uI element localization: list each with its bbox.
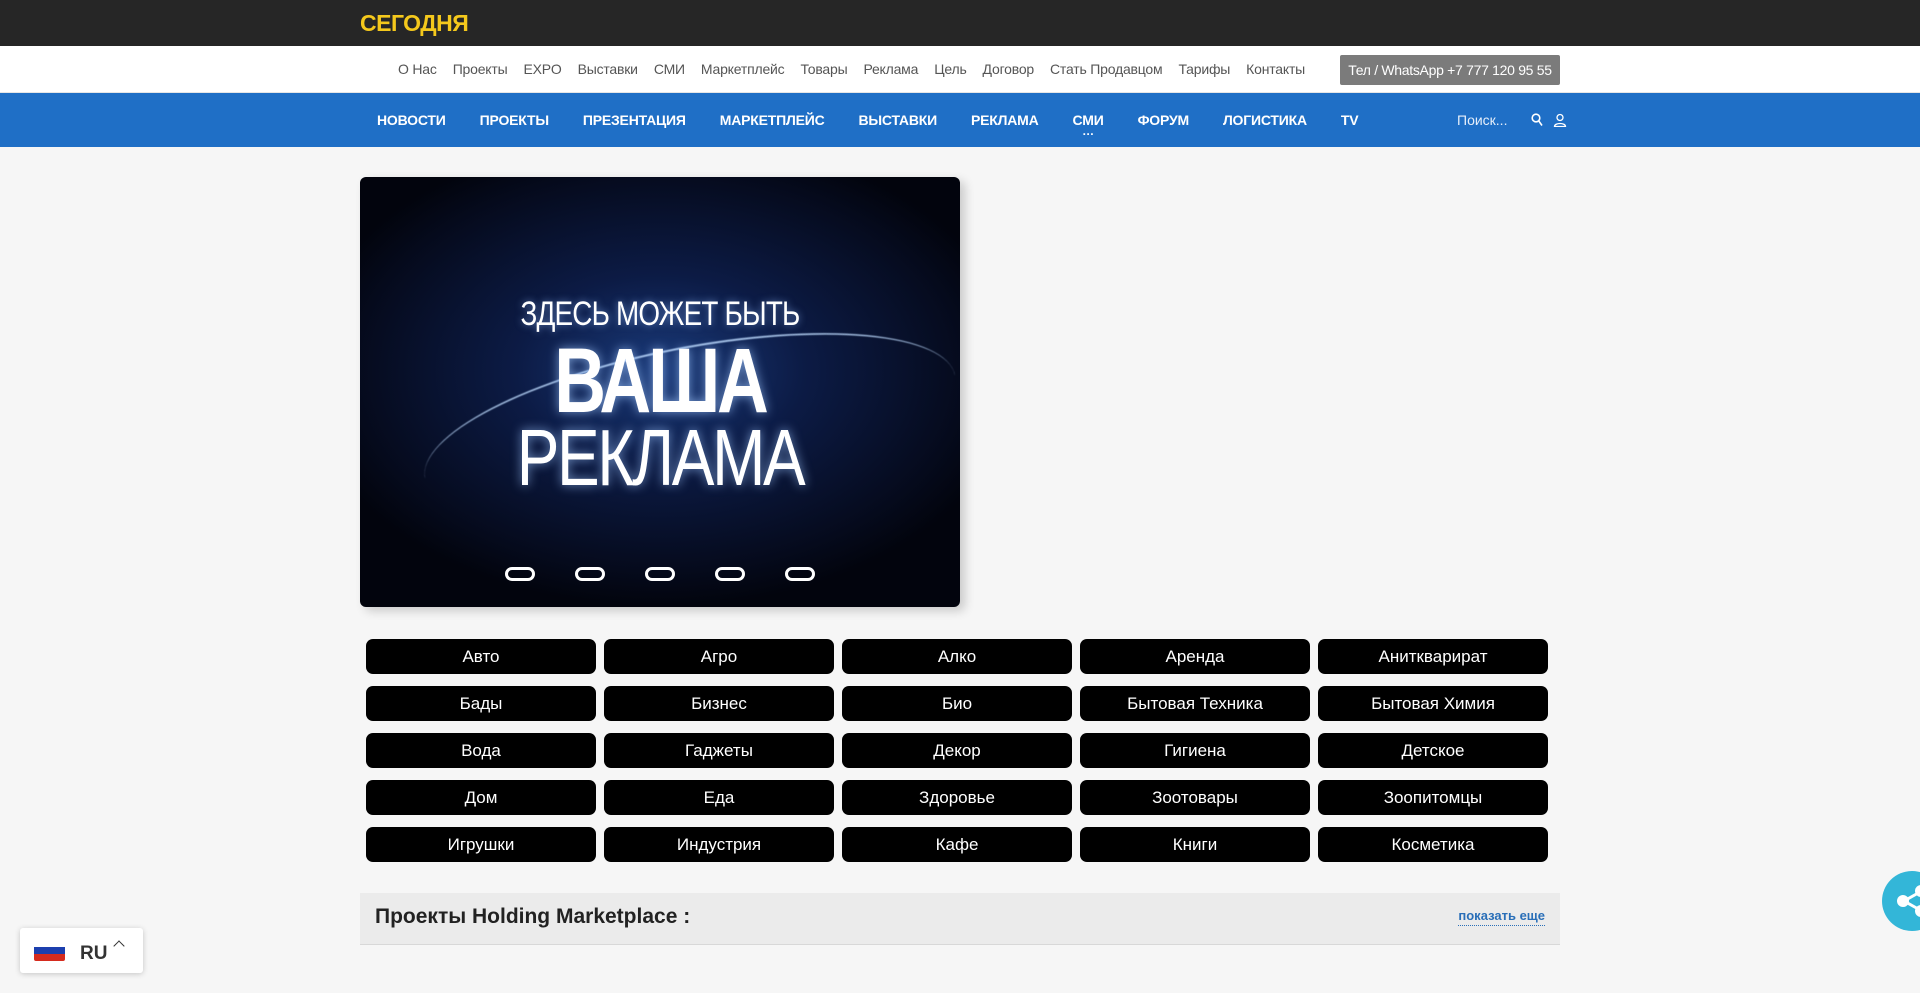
- top-bar: СЕГОДНЯ: [0, 0, 1920, 46]
- category-button[interactable]: Бытовая Химия: [1318, 686, 1548, 721]
- nav-projects[interactable]: ПРОЕКТЫ: [463, 112, 566, 128]
- subnav-link-media[interactable]: СМИ: [654, 61, 685, 77]
- slider-dot[interactable]: [575, 567, 605, 581]
- nav-news[interactable]: НОВОСТИ: [360, 112, 463, 128]
- ad-banner-slider[interactable]: ЗДЕСЬ МОЖЕТ БЫТЬ ВАША РЕКЛАМА: [360, 177, 960, 607]
- subnav-link-projects[interactable]: Проекты: [453, 61, 508, 77]
- phone-button[interactable]: Тел / WhatsApp +7 777 120 95 55: [1340, 55, 1560, 85]
- subnav-link-about[interactable]: О Нас: [398, 61, 437, 77]
- site-logo[interactable]: СЕГОДНЯ: [360, 10, 469, 37]
- category-button[interactable]: Аренда: [1080, 639, 1310, 674]
- nav-ads[interactable]: РЕКЛАМА: [954, 112, 1056, 128]
- main-nav: НОВОСТИ ПРОЕКТЫ ПРЕЗЕНТАЦИЯ МАРКЕТПЛЕЙС …: [0, 93, 1920, 147]
- slider-dots: [505, 567, 855, 581]
- slider-dot[interactable]: [715, 567, 745, 581]
- category-button[interactable]: Гигиена: [1080, 733, 1310, 768]
- category-button[interactable]: Дом: [366, 780, 596, 815]
- subnav-link-goal[interactable]: Цель: [934, 61, 967, 77]
- subnav-link-exhibitions[interactable]: Выставки: [578, 61, 638, 77]
- search-area: [1457, 93, 1567, 147]
- user-icon[interactable]: [1553, 113, 1567, 128]
- subnav-link-goods[interactable]: Товары: [800, 61, 847, 77]
- category-button[interactable]: Алко: [842, 639, 1072, 674]
- category-button[interactable]: Косметика: [1318, 827, 1548, 862]
- nav-logistics[interactable]: ЛОГИСТИКА: [1206, 112, 1324, 128]
- language-code: RU: [80, 942, 108, 964]
- subnav-link-expo[interactable]: EXPO: [523, 61, 561, 77]
- subnav-link-contacts[interactable]: Контакты: [1246, 61, 1305, 77]
- category-button[interactable]: Бады: [366, 686, 596, 721]
- projects-title: Проекты Holding Marketplace :: [375, 905, 691, 928]
- category-button[interactable]: Еда: [604, 780, 834, 815]
- chevron-up-icon: [113, 939, 126, 952]
- category-button[interactable]: Индустрия: [604, 827, 834, 862]
- secondary-nav-links: О Нас Проекты EXPO Выставки СМИ Маркетпл…: [398, 46, 1321, 92]
- category-button[interactable]: Здоровье: [842, 780, 1072, 815]
- category-button[interactable]: Зоотовары: [1080, 780, 1310, 815]
- category-button[interactable]: Гаджеты: [604, 733, 834, 768]
- nav-marketplace[interactable]: МАРКЕТПЛЕЙС: [703, 112, 842, 128]
- category-button[interactable]: Аниткварират: [1318, 639, 1548, 674]
- show-more-link[interactable]: показать еще: [1458, 908, 1545, 926]
- category-button[interactable]: Игрушки: [366, 827, 596, 862]
- category-button[interactable]: Бизнес: [604, 686, 834, 721]
- share-button[interactable]: [1882, 871, 1920, 931]
- projects-section-header: Проекты Holding Marketplace : показать е…: [360, 893, 1560, 945]
- nav-exhibitions[interactable]: ВЫСТАВКИ: [841, 112, 953, 128]
- subnav-link-contract[interactable]: Договор: [983, 61, 1035, 77]
- search-icon[interactable]: [1531, 113, 1543, 127]
- subnav-link-ads[interactable]: Реклама: [863, 61, 918, 77]
- nav-media[interactable]: СМИ: [1056, 112, 1121, 128]
- category-button[interactable]: Кафе: [842, 827, 1072, 862]
- category-button[interactable]: Вода: [366, 733, 596, 768]
- category-button[interactable]: Зоопитомцы: [1318, 780, 1548, 815]
- search-input[interactable]: [1457, 112, 1517, 128]
- slider-dot[interactable]: [645, 567, 675, 581]
- russia-flag-icon: [34, 940, 65, 961]
- category-button[interactable]: Декор: [842, 733, 1072, 768]
- category-button[interactable]: Агро: [604, 639, 834, 674]
- category-button[interactable]: Детское: [1318, 733, 1548, 768]
- subnav-link-tariffs[interactable]: Тарифы: [1178, 61, 1230, 77]
- slider-dot[interactable]: [505, 567, 535, 581]
- nav-forum[interactable]: ФОРУМ: [1121, 112, 1206, 128]
- slider-dot[interactable]: [785, 567, 815, 581]
- subnav-link-marketplace[interactable]: Маркетплейс: [701, 61, 785, 77]
- banner-line-3: РЕКЛАМА: [516, 413, 806, 502]
- category-button[interactable]: Био: [842, 686, 1072, 721]
- category-grid: Авто Агро Алко Аренда Аниткварират Бады …: [366, 639, 1548, 862]
- main-nav-links: НОВОСТИ ПРОЕКТЫ ПРЕЗЕНТАЦИЯ МАРКЕТПЛЕЙС …: [360, 93, 1375, 147]
- share-icon: [1897, 885, 1920, 917]
- language-switcher[interactable]: RU: [20, 928, 143, 973]
- category-button[interactable]: Авто: [366, 639, 596, 674]
- nav-presentation[interactable]: ПРЕЗЕНТАЦИЯ: [566, 112, 703, 128]
- secondary-nav: О Нас Проекты EXPO Выставки СМИ Маркетпл…: [0, 46, 1920, 93]
- category-button[interactable]: Бытовая Техника: [1080, 686, 1310, 721]
- category-button[interactable]: Книги: [1080, 827, 1310, 862]
- nav-tv[interactable]: TV: [1324, 112, 1376, 128]
- subnav-link-become-seller[interactable]: Стать Продавцом: [1050, 61, 1163, 77]
